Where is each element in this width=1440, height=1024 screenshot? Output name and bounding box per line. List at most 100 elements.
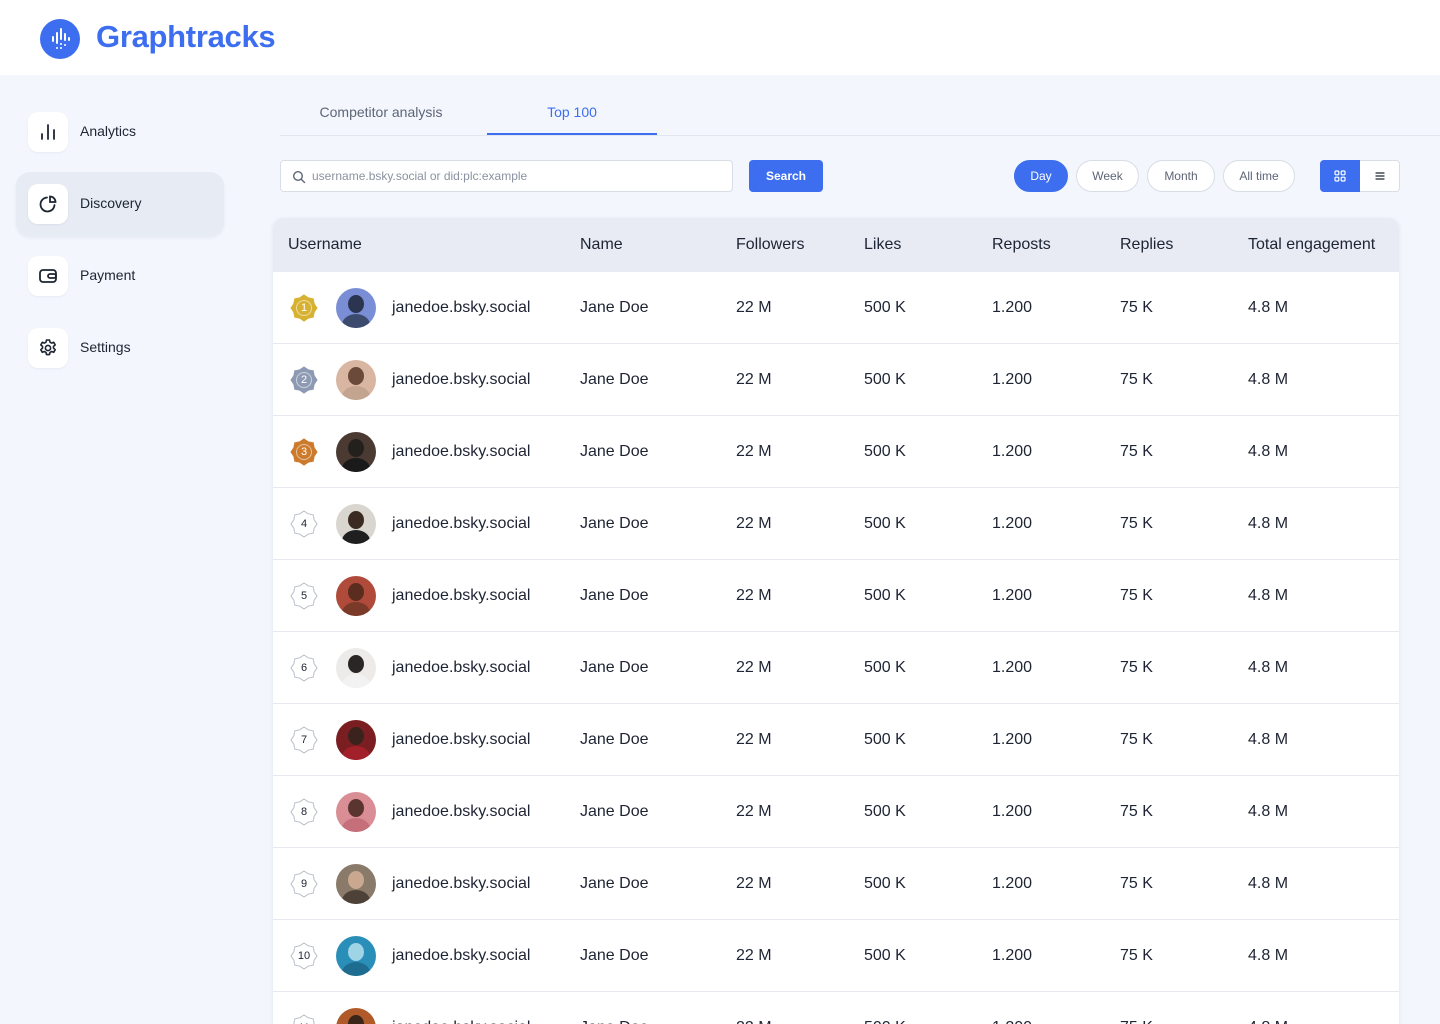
username-cell[interactable]: janedoe.bsky.social	[392, 731, 530, 749]
rank-badge: 6	[290, 654, 318, 682]
name-cell: Jane Doe	[580, 515, 649, 532]
tab-competitor-analysis[interactable]: Competitor analysis	[296, 104, 466, 120]
likes-cell: 500 K	[864, 299, 906, 316]
table-row[interactable]: 6 janedoe.bsky.social Jane Doe 22 M 500 K 1.2…	[273, 632, 1399, 704]
username-cell[interactable]: janedoe.bsky.social	[392, 1019, 530, 1024]
username-cell[interactable]: janedoe.bsky.social	[392, 371, 530, 389]
reposts-cell: 1.200	[992, 947, 1033, 964]
likes-cell: 500 K	[864, 875, 906, 892]
followers-cell: 22 M	[736, 443, 772, 460]
avatar[interactable]	[336, 432, 376, 472]
graphtracks-logo-icon	[40, 19, 80, 59]
avatar[interactable]	[336, 864, 376, 904]
column-header-replies[interactable]: Replies	[1120, 236, 1173, 254]
table-row[interactable]: 10 janedoe.bsky.social Jane Doe 22 M 500 K 1.…	[273, 920, 1399, 992]
sidebar-item-analytics[interactable]: Analytics	[16, 100, 224, 164]
sidebar-item-label: Payment	[80, 267, 136, 283]
rank-badge: 5	[290, 582, 318, 610]
rank-badge: 11	[290, 1014, 318, 1024]
total-engagement-cell: 4.8 M	[1248, 299, 1289, 316]
table-row[interactable]: 5 janedoe.bsky.social Jane Doe 22 M 500 K 1.2…	[273, 560, 1399, 632]
table-row[interactable]: 8 janedoe.bsky.social Jane Doe 22 M 500 K 1.2…	[273, 776, 1399, 848]
sidebar-item-discovery[interactable]: Discovery	[16, 172, 224, 236]
avatar[interactable]	[336, 360, 376, 400]
column-header-total-engagement[interactable]: Total engagement	[1248, 236, 1375, 254]
table-row[interactable]: 9 janedoe.bsky.social Jane Doe 22 M 500 K 1.2…	[273, 848, 1399, 920]
tabs-divider	[280, 135, 1440, 136]
rank-number: 2	[300, 374, 308, 386]
tab-top-100[interactable]: Top 100	[487, 104, 657, 120]
username-cell[interactable]: janedoe.bsky.social	[392, 443, 530, 461]
column-header-followers[interactable]: Followers	[736, 236, 804, 254]
name-cell: Jane Doe	[580, 371, 649, 388]
grid-view-icon	[1334, 170, 1346, 182]
avatar[interactable]	[336, 792, 376, 832]
username-cell[interactable]: janedoe.bsky.social	[392, 515, 530, 533]
total-engagement-cell: 4.8 M	[1248, 371, 1289, 388]
replies-cell: 75 K	[1120, 443, 1153, 460]
app-title: Graphtracks	[96, 19, 276, 54]
username-cell[interactable]: janedoe.bsky.social	[392, 947, 530, 965]
likes-cell: 500 K	[864, 731, 906, 748]
name-cell: Jane Doe	[580, 659, 649, 676]
replies-cell: 75 K	[1120, 587, 1153, 604]
column-header-name[interactable]: Name	[580, 236, 623, 254]
table-header: Username Name Followers Likes Reposts Re…	[273, 218, 1399, 272]
search-button[interactable]: Search	[749, 160, 823, 192]
rank-badge: 2	[290, 366, 318, 394]
reposts-cell: 1.200	[992, 803, 1033, 820]
avatar[interactable]	[336, 720, 376, 760]
rank-badge: 9	[290, 870, 318, 898]
table-row[interactable]: 1 janedoe.bsky.social Jane Doe 22 M 500 K 1.2…	[273, 272, 1399, 344]
sidebar-item-label: Discovery	[80, 195, 142, 211]
replies-cell: 75 K	[1120, 1019, 1153, 1024]
search-field[interactable]	[280, 160, 733, 192]
total-engagement-cell: 4.8 M	[1248, 875, 1289, 892]
total-engagement-cell: 4.8 M	[1248, 803, 1289, 820]
followers-cell: 22 M	[736, 587, 772, 604]
search-input[interactable]	[312, 166, 722, 186]
active-tab-indicator	[487, 133, 657, 135]
avatar[interactable]	[336, 936, 376, 976]
avatar[interactable]	[336, 504, 376, 544]
username-cell[interactable]: janedoe.bsky.social	[392, 587, 530, 605]
view-toggle	[1320, 160, 1400, 192]
reposts-cell: 1.200	[992, 659, 1033, 676]
username-cell[interactable]: janedoe.bsky.social	[392, 299, 530, 317]
list-view-button[interactable]	[1360, 160, 1400, 192]
filter-month[interactable]: Month	[1147, 160, 1215, 192]
username-cell[interactable]: janedoe.bsky.social	[392, 659, 530, 677]
table-row[interactable]: 3 janedoe.bsky.social Jane Doe 22 M 500 K 1.2…	[273, 416, 1399, 488]
reposts-cell: 1.200	[992, 515, 1033, 532]
followers-cell: 22 M	[736, 875, 772, 892]
column-header-username[interactable]: Username	[288, 236, 362, 254]
username-cell[interactable]: janedoe.bsky.social	[392, 803, 530, 821]
sidebar-item-settings[interactable]: Settings	[16, 316, 224, 380]
rank-number: 1	[300, 302, 308, 314]
likes-cell: 500 K	[864, 947, 906, 964]
followers-cell: 22 M	[736, 947, 772, 964]
username-cell[interactable]: janedoe.bsky.social	[392, 875, 530, 893]
total-engagement-cell: 4.8 M	[1248, 947, 1289, 964]
avatar[interactable]	[336, 288, 376, 328]
column-header-reposts[interactable]: Reposts	[992, 236, 1051, 254]
avatar[interactable]	[336, 576, 376, 616]
filter-week[interactable]: Week	[1076, 160, 1139, 192]
grid-view-button[interactable]	[1320, 160, 1360, 192]
rank-number: 8	[300, 806, 308, 818]
table-row[interactable]: 7 janedoe.bsky.social Jane Doe 22 M 500 K 1.2…	[273, 704, 1399, 776]
replies-cell: 75 K	[1120, 659, 1153, 676]
table-row[interactable]: 4 janedoe.bsky.social Jane Doe 22 M 500 K 1.2…	[273, 488, 1399, 560]
avatar[interactable]	[336, 648, 376, 688]
avatar[interactable]	[336, 1008, 376, 1024]
sidebar-item-payment[interactable]: Payment	[16, 244, 224, 308]
column-header-likes[interactable]: Likes	[864, 236, 901, 254]
rank-number: 5	[300, 590, 308, 602]
rank-badge: 10	[290, 942, 318, 970]
table-row[interactable]: 2 janedoe.bsky.social Jane Doe 22 M 500 K 1.2…	[273, 344, 1399, 416]
replies-cell: 75 K	[1120, 803, 1153, 820]
filter-all-time[interactable]: All time	[1223, 160, 1295, 192]
top-100-table: Username Name Followers Likes Reposts Re…	[273, 218, 1399, 1024]
table-row[interactable]: 11 janedoe.bsky.social Jane Doe 22 M 500 K 1.…	[273, 992, 1399, 1024]
filter-day[interactable]: Day	[1014, 160, 1068, 192]
